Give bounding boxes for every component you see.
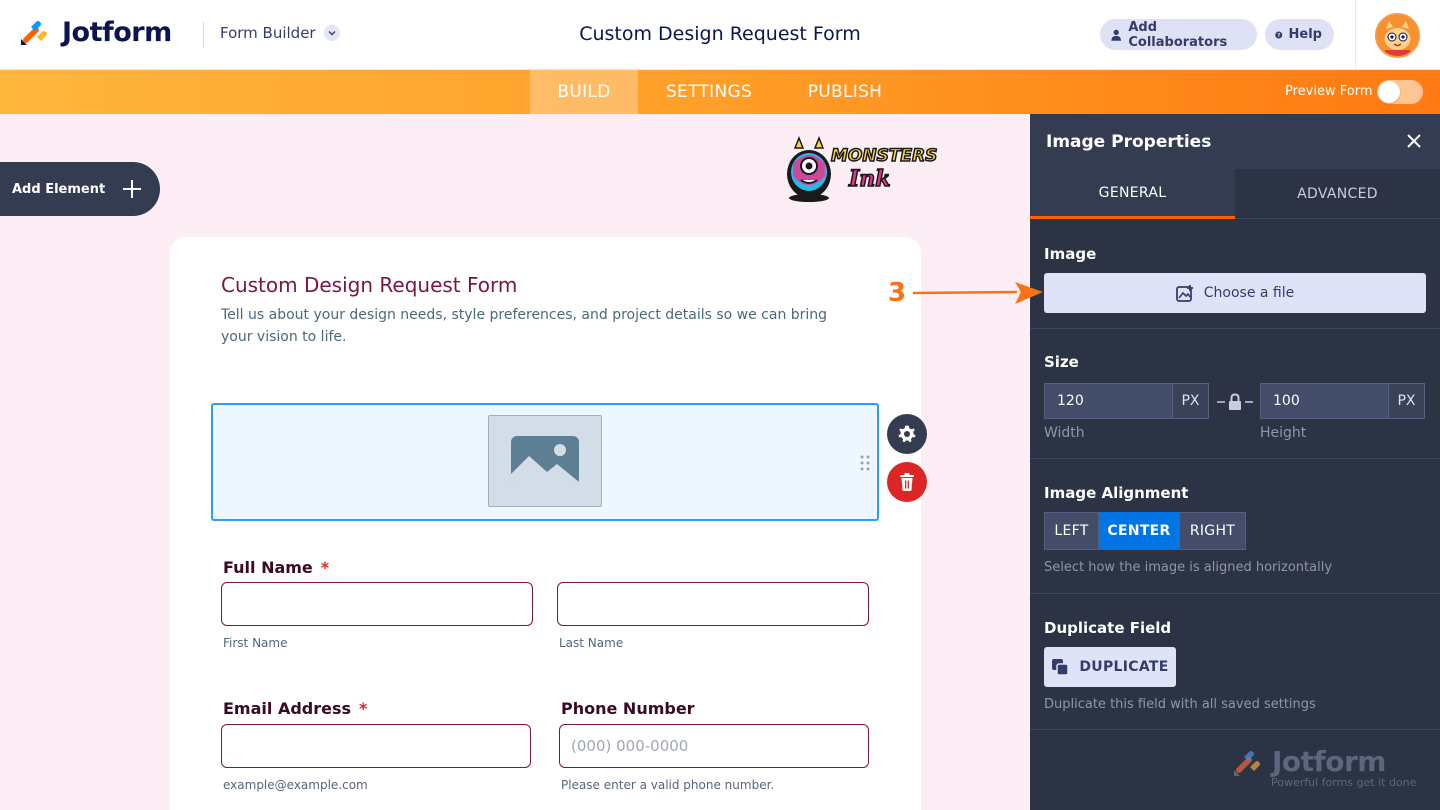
- form-builder-label: Form Builder: [220, 24, 316, 42]
- duplicate-hint: Duplicate this field with all saved sett…: [1044, 697, 1316, 712]
- help-button[interactable]: ? Help: [1265, 19, 1334, 50]
- add-element-label: Add Element: [12, 181, 106, 197]
- required-asterisk: *: [359, 699, 368, 718]
- duplicate-label: DUPLICATE: [1079, 659, 1169, 675]
- email-label-text: Email Address: [223, 699, 352, 718]
- field-properties-button[interactable]: [887, 414, 927, 454]
- tab-build[interactable]: BUILD: [530, 70, 638, 114]
- alignment-section-label: Image Alignment: [1044, 484, 1189, 502]
- last-name-input[interactable]: [557, 582, 869, 626]
- phone-input[interactable]: (000) 000-0000: [559, 724, 869, 768]
- form-description[interactable]: Tell us about your design needs, style p…: [221, 304, 851, 348]
- choose-file-label: Choose a file: [1203, 285, 1295, 301]
- alignment-button-group: LEFT CENTER RIGHT: [1044, 512, 1246, 550]
- trash-icon: [900, 473, 914, 491]
- size-section-label: Size: [1044, 353, 1079, 371]
- tab-publish[interactable]: PUBLISH: [780, 70, 910, 114]
- first-name-input[interactable]: [221, 582, 533, 626]
- phone-sublabel: Please enter a valid phone number.: [561, 778, 775, 792]
- tab-settings[interactable]: SETTINGS: [638, 70, 780, 114]
- email-sublabel: example@example.com: [223, 778, 368, 792]
- arrow-annotation-icon: [912, 282, 1043, 304]
- full-name-label-text: Full Name: [223, 558, 313, 577]
- delete-field-button[interactable]: [887, 462, 927, 502]
- full-name-label: Full Name *: [223, 558, 329, 577]
- page-title[interactable]: Custom Design Request Form: [579, 23, 861, 45]
- phone-label: Phone Number: [561, 699, 695, 718]
- duplicate-button[interactable]: DUPLICATE: [1044, 647, 1176, 687]
- jotform-logo-icon: [21, 21, 47, 45]
- brand-name: Jotform: [62, 16, 172, 48]
- email-label: Email Address *: [223, 699, 367, 718]
- preview-form-toggle[interactable]: [1377, 80, 1423, 104]
- height-unit: PX: [1388, 383, 1425, 419]
- image-icon: [511, 436, 579, 486]
- last-name-sublabel: Last Name: [559, 636, 624, 650]
- align-left-button[interactable]: LEFT: [1044, 512, 1099, 550]
- panel-tabs: GENERAL ADVANCED: [1030, 169, 1440, 219]
- builder-nav-bar: BUILD SETTINGS PUBLISH Preview Form: [0, 70, 1440, 114]
- form-builder-dropdown[interactable]: Form Builder: [220, 24, 340, 42]
- close-icon[interactable]: [1406, 133, 1422, 149]
- preview-form-label: Preview Form: [1285, 84, 1373, 99]
- email-input[interactable]: [221, 724, 531, 768]
- first-name-sublabel: First Name: [223, 636, 288, 650]
- help-icon: ?: [1275, 31, 1283, 38]
- add-image-icon: [1175, 285, 1193, 302]
- ink-wordmark: Ink: [848, 165, 891, 193]
- height-value: 100: [1273, 393, 1300, 409]
- height-input[interactable]: 100: [1260, 383, 1389, 419]
- tab-advanced[interactable]: ADVANCED: [1235, 169, 1440, 219]
- duplicate-section-label: Duplicate Field: [1044, 619, 1172, 637]
- panel-header: Image Properties: [1030, 114, 1440, 169]
- footer-tagline: Powerful forms get it done: [1271, 776, 1417, 789]
- avatar[interactable]: [1375, 13, 1420, 58]
- align-right-button[interactable]: RIGHT: [1179, 512, 1246, 550]
- step-number-annotation: 3: [888, 278, 907, 308]
- align-center-button[interactable]: CENTER: [1099, 512, 1179, 550]
- width-value: 120: [1057, 393, 1084, 409]
- toggle-knob: [1378, 81, 1400, 103]
- required-asterisk: *: [320, 558, 330, 577]
- gear-icon: [898, 425, 916, 443]
- drag-handle-icon[interactable]: [860, 455, 870, 471]
- chevron-down-icon: [323, 25, 340, 41]
- lock-icon[interactable]: [1217, 393, 1253, 411]
- add-element-button[interactable]: Add Element: [0, 162, 160, 216]
- svg-text:?: ?: [1277, 32, 1280, 38]
- top-header: Jotform Form Builder Custom Design Reque…: [0, 0, 1440, 70]
- panel-title: Image Properties: [1046, 132, 1212, 152]
- help-label: Help: [1288, 27, 1322, 42]
- user-icon: [1111, 29, 1122, 41]
- tab-general[interactable]: GENERAL: [1030, 169, 1235, 219]
- monsters-wordmark: MONSTERS: [830, 145, 938, 167]
- height-label: Height: [1260, 425, 1307, 441]
- header-divider: [203, 22, 204, 48]
- header-separator: [1355, 0, 1356, 70]
- form-title[interactable]: Custom Design Request Form: [221, 273, 517, 297]
- add-collaborators-button[interactable]: Add Collaborators: [1100, 19, 1257, 50]
- alignment-hint: Select how the image is aligned horizont…: [1044, 560, 1333, 575]
- choose-file-button[interactable]: Choose a file: [1044, 273, 1426, 313]
- jotform-logo[interactable]: Jotform: [18, 16, 172, 48]
- avatar-character-icon: [1377, 15, 1418, 56]
- image-placeholder[interactable]: [488, 415, 602, 507]
- footer-brand-name: Jotform: [1272, 745, 1386, 778]
- width-input[interactable]: 120: [1044, 383, 1173, 419]
- monsters-ink-logo[interactable]: MONSTERS Ink: [783, 134, 938, 204]
- phone-placeholder: (000) 000-0000: [571, 737, 689, 755]
- plus-icon: [123, 180, 141, 198]
- width-label: Width: [1044, 425, 1085, 441]
- image-section-label: Image: [1044, 245, 1097, 263]
- duplicate-icon: [1052, 659, 1070, 676]
- add-collaborators-label: Add Collaborators: [1128, 19, 1228, 50]
- width-unit: PX: [1172, 383, 1209, 419]
